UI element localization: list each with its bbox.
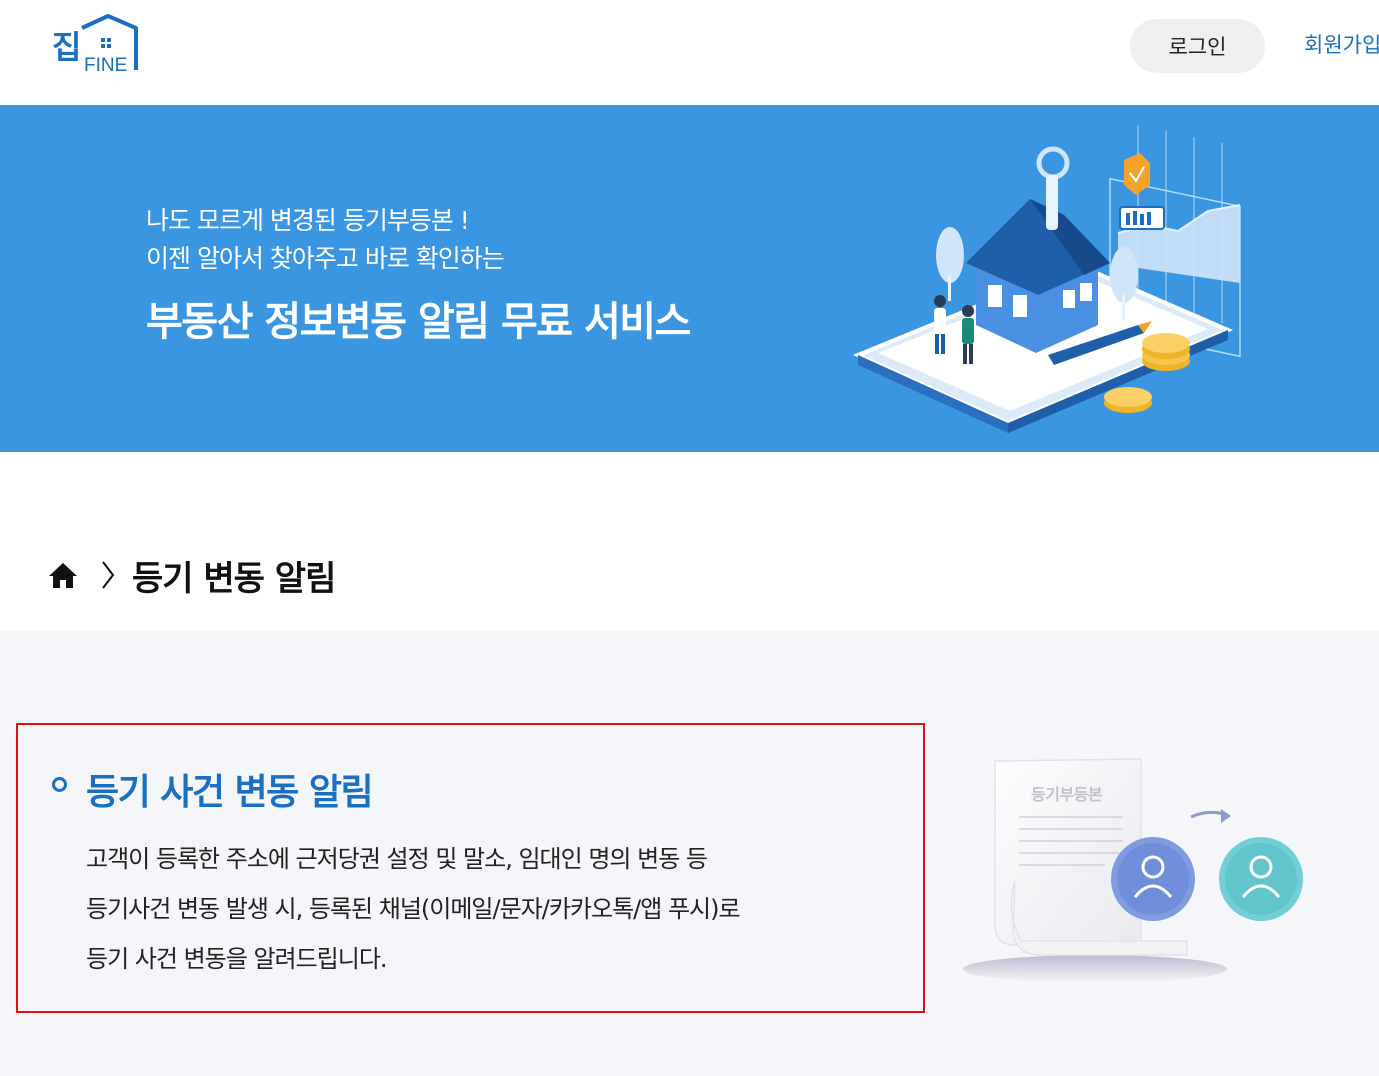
- content-section: 등기 사건 변동 알림 고객이 등록한 주소에 근저당권 설정 및 말소, 임대…: [0, 631, 1379, 1076]
- home-icon[interactable]: [48, 560, 78, 590]
- page-title: 등기 변동 알림: [132, 558, 336, 599]
- document-transfer-illustration: 등기부등본: [955, 751, 1315, 995]
- highlight-box: 등기 사건 변동 알림 고객이 등록한 주소에 근저당권 설정 및 말소, 임대…: [16, 723, 925, 1013]
- login-button[interactable]: 로그인: [1130, 19, 1265, 73]
- hero-subtitle-line2: 이젠 알아서 찾아주고 바로 확인하는: [146, 244, 505, 273]
- svg-text:집: 집: [52, 28, 81, 66]
- svg-text:FINE: FINE: [84, 55, 127, 76]
- logo[interactable]: 집 FINE: [48, 14, 148, 76]
- bullet-icon: [52, 777, 67, 792]
- join-link[interactable]: 회원가입: [1304, 29, 1379, 59]
- hero-title: 부동산 정보변동 알림 무료 서비스: [146, 299, 691, 345]
- hero-subtitle-line1: 나도 모르게 변경된 등기부등본 !: [146, 206, 470, 235]
- hero-banner: 나도 모르게 변경된 등기부등본 ! 이젠 알아서 찾아주고 바로 확인하는 부…: [0, 105, 1379, 452]
- description-line: 등기 사건 변동을 알려드립니다.: [86, 945, 388, 973]
- document-label: 등기부등본: [1031, 785, 1103, 804]
- description-line: 등기사건 변동 발생 시, 등록된 채널(이메일/문자/카카오톡/앱 푸시)로: [86, 895, 741, 923]
- section-title: 등기 사건 변동 알림: [86, 772, 374, 813]
- breadcrumb: 등기 변동 알림: [48, 550, 336, 600]
- house-tablet-illustration: [848, 115, 1268, 449]
- header: 집 FINE 로그인 회원가입: [0, 0, 1379, 105]
- chevron-right-icon: [100, 560, 118, 590]
- description-line: 고객이 등록한 주소에 근저당권 설정 및 말소, 임대인 명의 변동 등: [86, 845, 708, 873]
